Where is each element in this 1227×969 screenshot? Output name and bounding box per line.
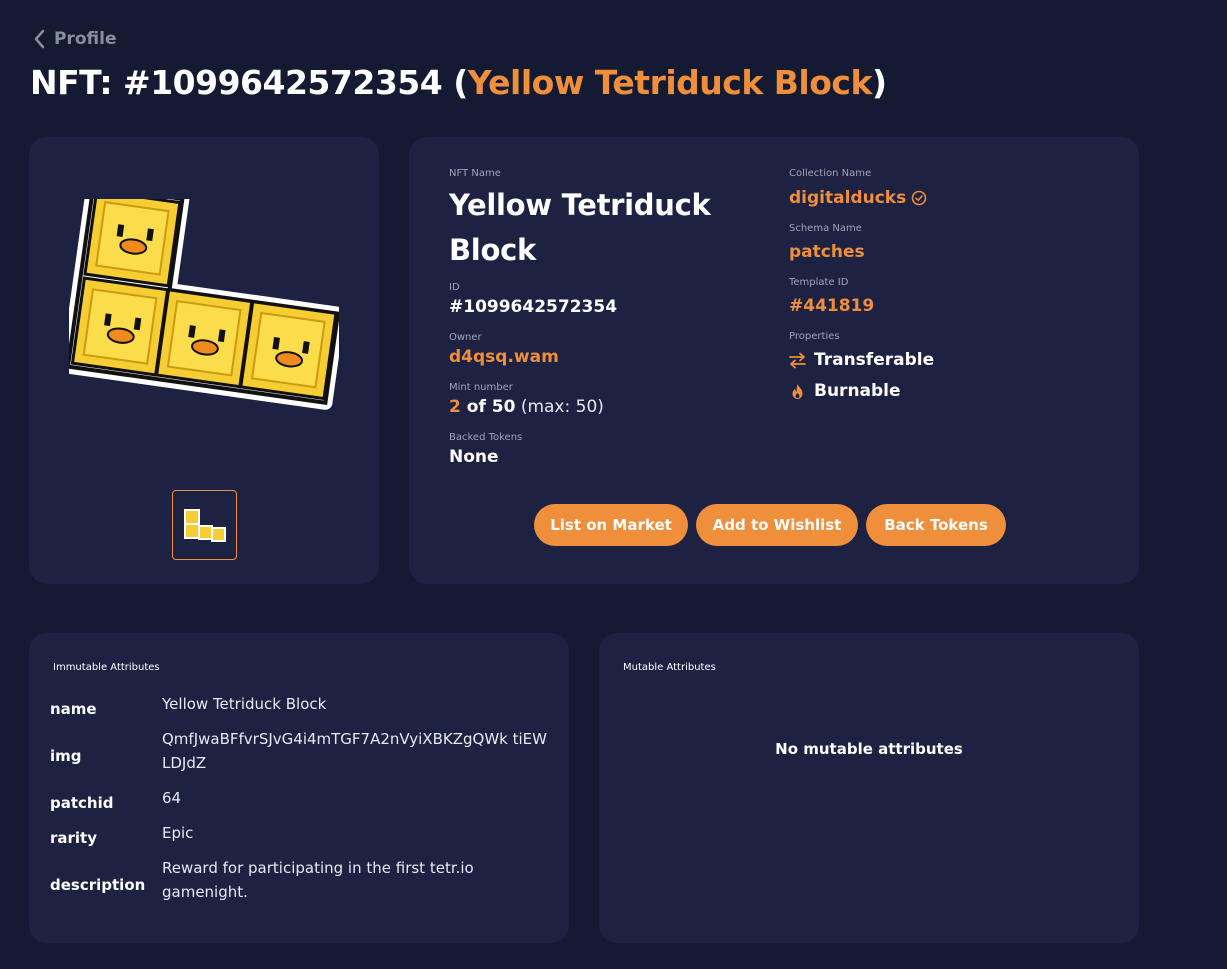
mutable-attributes-empty: No mutable attributes (775, 740, 963, 758)
mutable-attributes-card: Mutable Attributes No mutable attributes (599, 633, 1139, 943)
chevron-left-icon (34, 29, 45, 49)
nft-details-card: NFT Name Yellow Tetriduck Block ID #1099… (409, 137, 1139, 584)
schema-label: Schema Name (789, 223, 862, 234)
schema-link[interactable]: patches (789, 242, 865, 262)
attr-key-name: name (50, 700, 97, 718)
mint-of: of 50 (460, 397, 516, 417)
owner-link[interactable]: d4qsq.wam (449, 347, 559, 367)
attr-key-patchid: patchid (50, 794, 114, 812)
mint-current: 2 (449, 397, 461, 417)
template-link[interactable]: #441819 (789, 296, 874, 316)
transfer-arrows-icon (789, 352, 806, 368)
image-card (29, 137, 379, 584)
backed-tokens-value: None (449, 447, 499, 467)
add-to-wishlist-button[interactable]: Add to Wishlist (696, 504, 858, 546)
property-burnable-label: Burnable (814, 381, 901, 401)
title-prefix: NFT: #1099642572354 ( (30, 63, 468, 102)
immutable-attributes-title: Immutable Attributes (53, 662, 160, 673)
id-label: ID (449, 282, 460, 293)
attr-key-rarity: rarity (50, 829, 98, 847)
properties-label: Properties (789, 331, 840, 342)
nft-image (69, 199, 339, 410)
collection-label: Collection Name (789, 168, 872, 179)
verified-check-icon (911, 190, 927, 206)
thumbnail-image (183, 509, 226, 542)
attr-value-img: QmfJwaBFfvrSJvG4i4mTGF7A2nVyiXBKZgQWk ti… (162, 730, 547, 772)
flame-icon (792, 383, 803, 399)
title-nft-name: Yellow Tetriduck Block (467, 63, 873, 102)
back-tokens-button[interactable]: Back Tokens (866, 504, 1006, 546)
id-value: #1099642572354 (449, 297, 618, 317)
mutable-attributes-title: Mutable Attributes (623, 662, 716, 673)
attr-key-img: img (50, 747, 82, 765)
backed-tokens-label: Backed Tokens (449, 432, 523, 443)
attr-value-rarity: Epic (162, 824, 194, 842)
page: Profile NFT: #1099642572354 (Yellow Tetr… (0, 0, 1227, 969)
attr-value-patchid: 64 (162, 789, 182, 807)
nft-name-label: NFT Name (449, 168, 501, 179)
property-transferable: Transferable (789, 350, 934, 370)
collection-link[interactable]: digitalducks (789, 188, 906, 208)
duck-blocks (70, 199, 338, 401)
owner-label: Owner (449, 332, 482, 343)
image-thumbnail[interactable] (172, 490, 237, 560)
title-suffix: ) (871, 63, 887, 102)
list-on-market-button[interactable]: List on Market (534, 504, 688, 546)
mint-max: (max: 50) (515, 397, 604, 417)
property-burnable: Burnable (789, 381, 901, 401)
attr-value-description: Reward for participating in the first te… (162, 859, 474, 901)
immutable-attributes-card: Immutable Attributes name Yellow Tetridu… (29, 633, 569, 943)
mint-label: Mint number (449, 382, 513, 393)
collection-row[interactable]: digitalducks (789, 188, 927, 208)
template-label: Template ID (789, 277, 849, 288)
page-title: NFT: #1099642572354 (Yellow Tetriduck Bl… (30, 63, 887, 102)
attr-key-description: description (50, 876, 146, 894)
property-transferable-label: Transferable (814, 350, 935, 370)
nft-name: Yellow Tetriduck Block (449, 188, 711, 267)
back-link[interactable]: Profile (32, 28, 116, 50)
mint-number: 2 of 50 (max: 50) (449, 397, 604, 417)
back-label: Profile (54, 29, 117, 49)
attr-value-name: Yellow Tetriduck Block (162, 695, 327, 713)
